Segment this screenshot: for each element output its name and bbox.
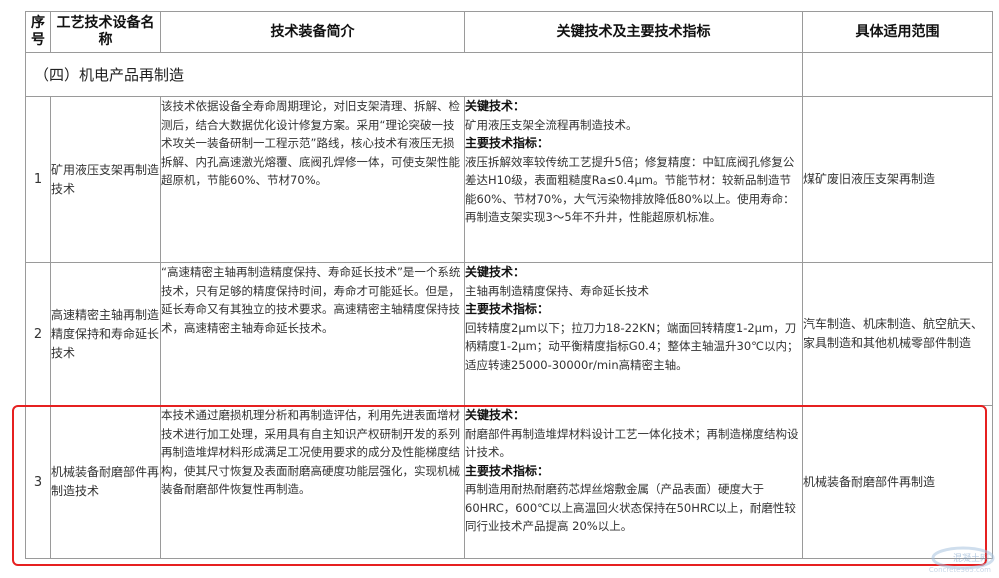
table-row: 1 矿用液压支架再制造技术 该技术依据设备全寿命周期理论，对旧支架清理、拆解、检… <box>25 96 993 263</box>
row-key-tech: 关键技术： 主轴再制造精度保持、寿命延长技术 主要技术指标： 回转精度2μm以下… <box>464 262 803 406</box>
site-watermark: 混凝土网 Concrete365.com <box>905 540 995 574</box>
row-scope: 汽车制造、机床制造、航空航天、家具制造和其他机械零部件制造 <box>802 262 993 406</box>
row-scope: 机械装备耐磨部件再制造 <box>802 405 993 559</box>
row-intro: 该技术依据设备全寿命周期理论，对旧支架清理、拆解、检测后，结合大数据优化设计修复… <box>160 96 465 263</box>
header-scope: 具体适用范围 <box>802 11 993 53</box>
row-name: 高速精密主轴再制造精度保持和寿命延长技术 <box>50 262 161 406</box>
section-empty-cell <box>802 52 993 97</box>
row-scope: 煤矿废旧液压支架再制造 <box>802 96 993 263</box>
header-no: 序号 <box>25 11 51 53</box>
header-intro: 技术装备简介 <box>160 11 465 53</box>
watermark-text: 混凝土网 <box>952 554 989 564</box>
main-indicator-text: 再制造用耐热耐磨药芯焊丝熔敷金属（产品表面）硬度大于 60HRC，600℃以上高… <box>465 482 796 533</box>
section-row: （四）机电产品再制造 <box>25 52 993 97</box>
table-header-row: 序号 工艺技术设备名称 技术装备简介 关键技术及主要技术指标 具体适用范围 <box>25 11 993 53</box>
document-page: 序号 工艺技术设备名称 技术装备简介 关键技术及主要技术指标 具体适用范围 （四… <box>0 0 999 576</box>
row-name: 机械装备耐磨部件再制造技术 <box>50 405 161 559</box>
technology-table: 序号 工艺技术设备名称 技术装备简介 关键技术及主要技术指标 具体适用范围 （四… <box>25 11 993 559</box>
row-number: 1 <box>25 96 51 263</box>
table-row: 3 机械装备耐磨部件再制造技术 本技术通过磨损机理分析和再制造评估，利用先进表面… <box>25 405 993 559</box>
key-tech-text: 矿用液压支架全流程再制造技术。 <box>465 117 638 132</box>
table-row: 2 高速精密主轴再制造精度保持和寿命延长技术 “高速精密主轴再制造精度保持、寿命… <box>25 262 993 406</box>
row-key-tech: 关键技术： 矿用液压支架全流程再制造技术。 主要技术指标： 液压拆解效率较传统工… <box>464 96 803 263</box>
header-key-tech: 关键技术及主要技术指标 <box>464 11 803 53</box>
main-indicator-text: 回转精度2μm以下；拉刀力18-22KN；端面回转精度1-2μm，刀柄精度1-2… <box>465 320 799 372</box>
key-tech-label: 关键技术： <box>465 408 526 422</box>
key-tech-label: 关键技术： <box>465 265 526 279</box>
main-indicator-label: 主要技术指标： <box>465 463 550 478</box>
key-tech-label: 关键技术： <box>465 99 526 113</box>
main-indicator-text: 液压拆解效率较传统工艺提升5倍；修复精度：中缸底阀孔修复公差达H10级，表面粗糙… <box>465 154 795 225</box>
row-number: 2 <box>25 262 51 406</box>
row-key-tech: 关键技术： 耐磨部件再制造堆焊材料设计工艺一体化技术；再制造梯度结构设计技术。 … <box>464 405 803 559</box>
row-intro: 本技术通过磨损机理分析和再制造评估，利用先进表面增材技术进行加工处理，采用具有自… <box>160 405 465 559</box>
key-tech-text: 主轴再制造精度保持、寿命延长技术 <box>465 283 650 298</box>
section-title: （四）机电产品再制造 <box>25 52 803 97</box>
header-name: 工艺技术设备名称 <box>50 11 161 53</box>
watermark-subtext: Concrete365.com <box>928 566 991 574</box>
main-indicator-label: 主要技术指标： <box>465 302 550 316</box>
row-number: 3 <box>25 405 51 559</box>
key-tech-text: 耐磨部件再制造堆焊材料设计工艺一体化技术；再制造梯度结构设计技术。 <box>465 426 799 460</box>
row-intro: “高速精密主轴再制造精度保持、寿命延长技术”是一个系统技术，只有足够的精度保持时… <box>160 262 465 406</box>
row-name: 矿用液压支架再制造技术 <box>50 96 161 263</box>
main-indicator-label: 主要技术指标： <box>465 136 550 150</box>
